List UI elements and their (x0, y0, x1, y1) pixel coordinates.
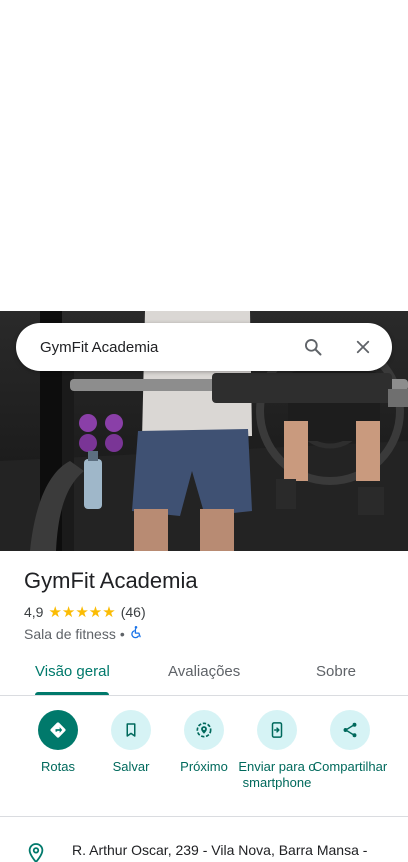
separator-dot: • (119, 625, 125, 642)
place-tabs: Visão geral Avaliações Sobre (0, 651, 408, 696)
rating-row[interactable]: 4,9 ★★★★★ (46) (24, 603, 146, 621)
tab-overview[interactable]: Visão geral (35, 663, 110, 680)
directions-icon (38, 710, 78, 750)
tab-reviews[interactable]: Avaliações (168, 663, 240, 680)
category-row: Sala de fitness • (24, 625, 143, 642)
address-text: R. Arthur Oscar, 239 - Vila Nova, Barra … (72, 842, 368, 858)
directions-label: Rotas (41, 759, 75, 774)
place-category[interactable]: Sala de fitness (24, 626, 116, 642)
address-row[interactable]: R. Arthur Oscar, 239 - Vila Nova, Barra … (0, 836, 408, 862)
search-bar[interactable]: GymFit Academia (16, 323, 392, 371)
nearby-label: Próximo (180, 759, 228, 774)
tab-about[interactable]: Sobre (316, 663, 356, 680)
send-to-phone-button[interactable]: Enviar para o smartphone (237, 710, 317, 791)
close-icon[interactable] (352, 336, 374, 358)
share-icon (330, 710, 370, 750)
share-button[interactable]: Compartilhar (310, 710, 390, 775)
share-label: Compartilhar (312, 759, 388, 774)
wheelchair-icon (129, 625, 143, 642)
rating-value: 4,9 (24, 604, 44, 620)
review-count[interactable]: (46) (121, 604, 146, 620)
section-divider (0, 816, 408, 817)
map-blank-area (0, 0, 408, 311)
send-to-phone-label: Enviar para o smartphone (238, 759, 316, 790)
save-label: Salvar (112, 759, 150, 774)
active-tab-indicator (35, 692, 109, 695)
location-pin-icon (27, 842, 45, 862)
search-icon[interactable] (302, 336, 324, 358)
send-to-phone-icon (257, 710, 297, 750)
nearby-button[interactable]: Próximo (164, 710, 244, 775)
place-title: GymFit Academia (24, 568, 198, 593)
bookmark-icon (111, 710, 151, 750)
star-rating: ★★★★★ (48, 604, 116, 621)
save-button[interactable]: Salvar (91, 710, 171, 775)
nearby-icon (184, 710, 224, 750)
directions-button[interactable]: Rotas (18, 710, 98, 775)
search-query[interactable]: GymFit Academia (40, 339, 302, 356)
